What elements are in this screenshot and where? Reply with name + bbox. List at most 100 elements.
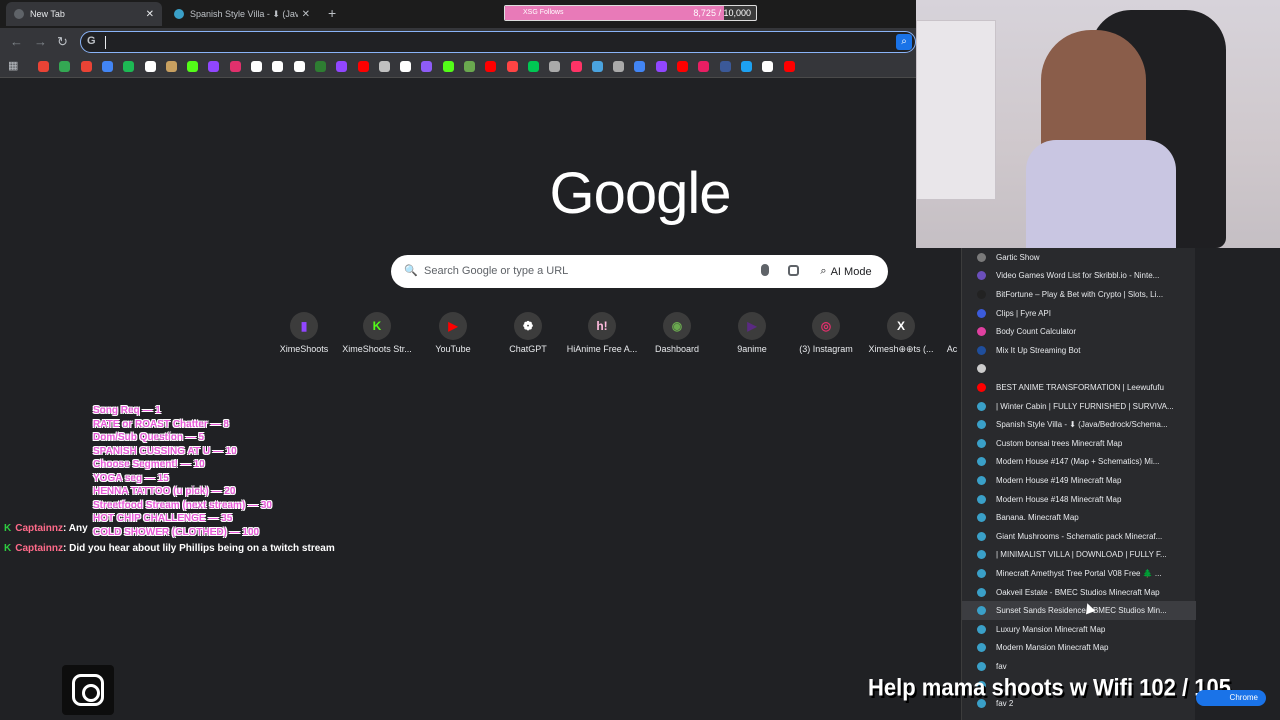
bookmark-menu-label: Giant Mushrooms - Schematic pack Minecra… <box>996 531 1163 541</box>
apps-grid-icon[interactable]: ▦ <box>8 59 19 72</box>
tab-title: New Tab <box>30 9 65 19</box>
bookmark-favicon-icon[interactable] <box>485 61 497 72</box>
forward-arrow-icon[interactable]: → <box>34 34 47 49</box>
bookmark-favicon-icon[interactable] <box>336 61 348 72</box>
bookmark-favicon-icon[interactable] <box>251 61 262 72</box>
bookmark-favicon-icon[interactable] <box>101 61 113 72</box>
reload-icon[interactable]: ↻ <box>57 34 68 50</box>
bookmark-menu-item[interactable]: Mix It Up Streaming Bot <box>962 341 1196 360</box>
bookmark-favicon-icon[interactable] <box>783 61 795 72</box>
x-icon: X <box>887 312 915 340</box>
bookmark-favicon-icon[interactable] <box>740 61 752 72</box>
bookmark-menu-item[interactable]: Giant Mushrooms - Schematic pack Minecra… <box>962 527 1196 546</box>
bookmark-menu-item[interactable]: | Winter Cabin | FULLY FURNISHED | SURVI… <box>962 397 1196 416</box>
bookmark-favicon-icon[interactable] <box>549 61 561 72</box>
bookmark-favicon-icon[interactable] <box>38 61 49 72</box>
bookmark-favicon-icon[interactable] <box>123 61 135 72</box>
bookmark-menu-item[interactable]: Spanish Style Villa - ⬇ (Java/Bedrock/Sc… <box>962 415 1196 434</box>
address-bar[interactable]: G ⌕ <box>80 31 916 53</box>
search-icon[interactable]: ⌕ <box>896 34 912 50</box>
bookmark-menu-item[interactable]: BEST ANIME TRANSFORMATION | Leewufufu <box>962 378 1196 397</box>
bookmark-favicon-icon[interactable] <box>698 61 710 72</box>
bookmark-favicon-icon[interactable] <box>80 61 92 72</box>
bookmark-menu-item[interactable]: Modern House #148 Minecraft Map <box>962 490 1196 509</box>
google-search-box[interactable]: 🔍 Search Google or type a URL ⌕ AI Mode <box>391 255 888 288</box>
bookmark-favicon-icon[interactable] <box>272 61 284 72</box>
chrome-button[interactable]: Chrome <box>1196 690 1266 706</box>
address-input[interactable] <box>107 34 887 51</box>
bookmark-favicon-icon[interactable] <box>144 61 156 72</box>
shortcut-tile[interactable]: ◉ Dashboard <box>638 312 716 354</box>
bookmark-favicon-icon[interactable] <box>527 61 539 72</box>
site-favicon-icon <box>977 401 986 411</box>
tab-strip: New Tab ✕ Spanish Style Villa - ⬇ (Java/… <box>0 0 916 28</box>
bookmark-menu-label: Body Count Calculator <box>996 327 1077 337</box>
ai-mode-label: AI Mode <box>830 265 872 278</box>
bookmark-favicon-icon[interactable] <box>229 61 241 72</box>
bookmark-favicon-icon[interactable] <box>442 61 454 72</box>
google-lens-icon[interactable] <box>788 265 799 276</box>
bookmark-favicon-icon[interactable] <box>677 61 688 72</box>
close-icon[interactable]: ✕ <box>302 9 310 20</box>
bookmark-menu-item[interactable]: Gartic Show <box>962 248 1196 267</box>
bookmark-favicon-icon[interactable] <box>357 61 369 72</box>
shortcut-tile[interactable]: ▶ 9anime <box>713 312 791 354</box>
bookmark-menu-item[interactable]: Clips | Fyre API <box>962 304 1196 323</box>
bookmark-favicon-icon[interactable] <box>165 61 177 72</box>
bookmark-menu-item[interactable]: Sunset Sands Residence - BMEC Studios Mi… <box>962 601 1196 620</box>
bookmark-favicon-icon[interactable] <box>464 61 475 72</box>
microphone-icon[interactable] <box>761 264 769 276</box>
shortcut-tile[interactable]: h! HiAnime Free A... <box>563 312 641 354</box>
close-icon[interactable]: ✕ <box>146 9 154 20</box>
new-tab-button[interactable]: + <box>328 5 336 21</box>
bookmark-menu-item[interactable]: Modern Mansion Minecraft Map <box>962 639 1196 658</box>
bookmark-favicon-icon[interactable] <box>591 61 603 72</box>
bookmark-favicon-icon[interactable] <box>613 61 625 72</box>
bookmark-menu-item[interactable]: Luxury Mansion Minecraft Map <box>962 620 1196 639</box>
shortcut-tile[interactable]: ❁ ChatGPT <box>489 312 567 354</box>
bookmark-favicon-icon[interactable] <box>187 61 199 72</box>
bookmark-menu-item[interactable] <box>962 360 1196 379</box>
bookmark-favicon-icon[interactable] <box>421 61 433 72</box>
bookmark-favicon-icon[interactable] <box>208 61 220 72</box>
shortcut-tile[interactable]: ▶ YouTube <box>414 312 492 354</box>
bookmark-menu-item[interactable]: BitFortune – Play & Bet with Crypto | Sl… <box>962 285 1196 304</box>
shortcut-label: XimeShoots <box>279 344 329 354</box>
bookmark-favicon-icon[interactable] <box>293 61 305 72</box>
bookmark-favicon-icon[interactable] <box>719 61 731 72</box>
tab-title: Spanish Style Villa - ⬇ (Java/Bedrock/Sc… <box>190 8 298 19</box>
bookmark-menu-item[interactable]: Body Count Calculator <box>962 322 1196 341</box>
shortcut-tile[interactable]: ◎ (3) Instagram <box>787 312 865 354</box>
bookmark-menu-label: Custom bonsai trees Minecraft Map <box>996 438 1123 448</box>
tab-spanish-villa[interactable]: Spanish Style Villa - ⬇ (Java/Bedrock/Sc… <box>166 2 318 26</box>
bookmark-menu-item[interactable]: Oakveil Estate - BMEC Studios Minecraft … <box>962 583 1196 602</box>
shortcut-tile[interactable]: X Ximesh⊕⊕ts (... <box>862 312 940 355</box>
bookmark-favicon-icon[interactable] <box>59 61 71 72</box>
ai-mode-button[interactable]: ⌕ AI Mode <box>812 260 880 283</box>
shortcut-label: Ximesh⊕⊕ts (... <box>868 344 934 354</box>
shortcut-tile[interactable]: K XimeShoots Str... <box>338 312 416 354</box>
bookmark-favicon-icon[interactable] <box>400 61 412 72</box>
tab-new-tab[interactable]: New Tab ✕ <box>6 2 162 26</box>
bookmark-menu-item[interactable]: Banana. Minecraft Map <box>962 508 1196 527</box>
bookmark-menu-item[interactable]: Minecraft Amethyst Tree Portal V08 Free … <box>962 564 1196 583</box>
shortcut-tile[interactable]: ▮ XimeShoots <box>265 312 343 354</box>
bookmark-favicon-icon[interactable] <box>506 61 518 72</box>
bookmark-menu-label: fav <box>996 661 1007 671</box>
back-arrow-icon[interactable]: ← <box>10 34 23 49</box>
bookmark-menu-item[interactable]: Video Games Word List for Skribbl.io - N… <box>962 267 1196 286</box>
bookmark-favicon-icon[interactable] <box>634 61 646 72</box>
bookmark-menu-label: BitFortune – Play & Bet with Crypto | Sl… <box>996 289 1164 299</box>
site-favicon-icon <box>977 438 986 448</box>
bookmark-menu-item[interactable]: Modern House #149 Minecraft Map <box>962 471 1196 490</box>
site-favicon-icon <box>977 289 986 299</box>
bookmark-favicon-icon[interactable] <box>314 61 326 72</box>
bookmark-favicon-icon[interactable] <box>378 61 390 72</box>
bookmark-favicon-icon[interactable] <box>762 61 774 72</box>
bookmark-menu-item[interactable]: | MINIMALIST VILLA | DOWNLOAD | FULLY F.… <box>962 546 1196 565</box>
bookmark-favicon-icon[interactable] <box>655 61 667 72</box>
bookmark-menu-label: Modern House #149 Minecraft Map <box>996 475 1122 485</box>
bookmark-menu-item[interactable]: Custom bonsai trees Minecraft Map <box>962 434 1196 453</box>
bookmark-favicon-icon[interactable] <box>570 61 582 72</box>
bookmark-menu-item[interactable]: Modern House #147 (Map + Schematics) Mi.… <box>962 453 1196 472</box>
